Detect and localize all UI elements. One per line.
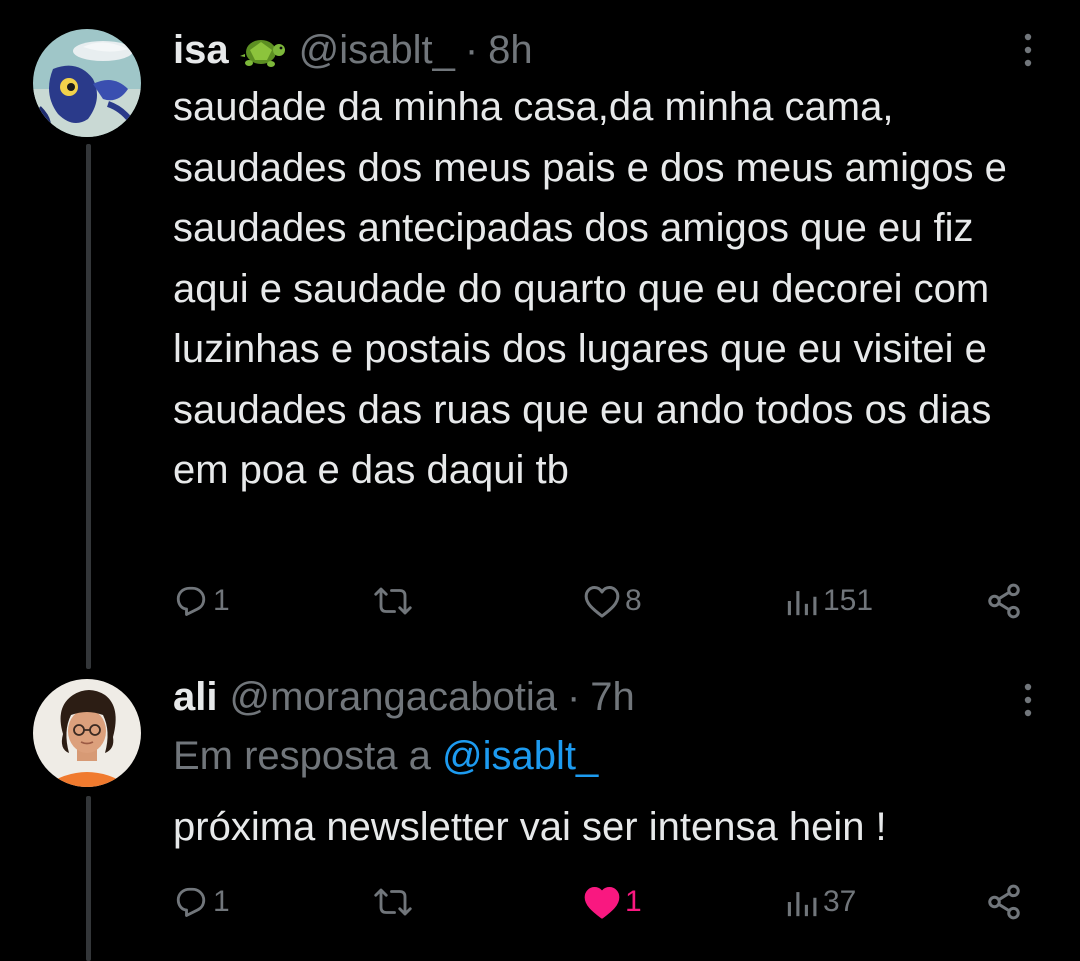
reply-button[interactable]: 1 <box>173 877 230 927</box>
views-button[interactable]: 151 <box>785 576 873 626</box>
timestamp[interactable]: 7h <box>590 675 635 720</box>
heart-icon <box>584 586 620 618</box>
share-button[interactable] <box>985 877 1023 927</box>
reply-context: Em resposta a @isablt_ <box>173 734 598 779</box>
action-bar: 1 8 151 <box>173 576 1033 626</box>
reply-button[interactable]: 1 <box>173 576 230 626</box>
retweet-icon <box>374 888 412 916</box>
avatar-image <box>33 29 141 137</box>
tweet-text: próxima newsletter vai ser intensa hein … <box>173 805 887 849</box>
thread-line <box>86 796 91 961</box>
view-count: 151 <box>823 584 874 617</box>
like-button[interactable]: 8 <box>583 576 642 626</box>
like-button[interactable]: 1 <box>583 877 642 927</box>
avatar[interactable] <box>33 29 141 137</box>
reply-mention-link[interactable]: @isablt_ <box>442 734 598 778</box>
like-count: 1 <box>625 885 642 918</box>
reply-count: 1 <box>213 885 230 918</box>
heart-filled-icon <box>584 887 620 919</box>
reply-count: 1 <box>213 584 230 617</box>
views-chart-icon <box>787 892 817 917</box>
more-options-icon[interactable] <box>1016 680 1040 720</box>
thread-line <box>86 144 91 669</box>
retweet-button[interactable] <box>373 576 417 626</box>
views-button[interactable]: 37 <box>785 877 856 927</box>
share-icon <box>988 884 1020 920</box>
like-count: 8 <box>625 584 642 617</box>
action-bar: 1 1 37 <box>173 877 1033 927</box>
tweet-text: saudade da minha casa,da minha cama, sau… <box>173 85 1007 492</box>
tweet-header: ali @morangacabotia · 7h <box>173 670 635 724</box>
share-icon <box>988 583 1020 619</box>
user-handle[interactable]: @isablt_ <box>299 28 455 73</box>
reply-prefix: Em resposta a <box>173 734 431 778</box>
timestamp[interactable]: 8h <box>488 28 533 73</box>
turtle-emoji-icon <box>239 40 285 67</box>
avatar[interactable] <box>33 679 141 787</box>
views-chart-icon <box>787 591 817 616</box>
display-name[interactable]: ali <box>173 675 217 720</box>
tweet-header: isa @isablt_ · 8h <box>173 23 533 77</box>
retweet-button[interactable] <box>373 877 417 927</box>
view-count: 37 <box>823 885 857 918</box>
separator-dot: · <box>464 27 479 72</box>
reply-icon <box>176 887 206 917</box>
reply-icon <box>176 586 206 616</box>
separator-dot: · <box>566 674 581 719</box>
retweet-icon <box>374 587 412 615</box>
more-options-icon[interactable] <box>1016 30 1040 70</box>
share-button[interactable] <box>985 576 1023 626</box>
avatar-image <box>33 679 141 787</box>
display-name[interactable]: isa <box>173 28 229 73</box>
user-handle[interactable]: @morangacabotia <box>229 675 556 720</box>
